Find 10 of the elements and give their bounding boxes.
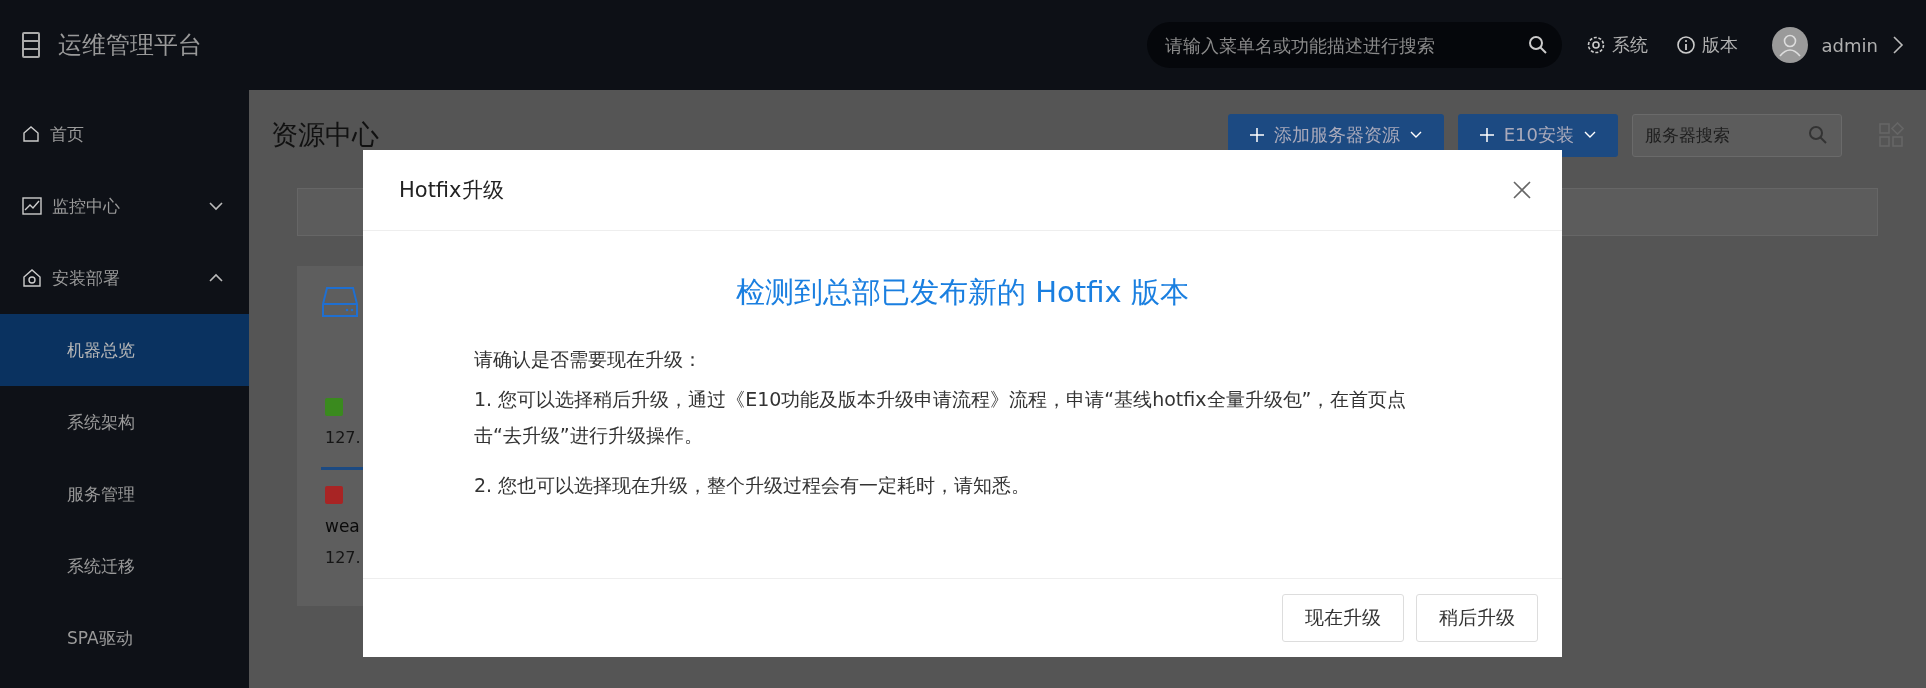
server-ip: 127. bbox=[325, 428, 361, 447]
dialog-heading: 检测到总部已发布新的 Hotfix 版本 bbox=[735, 274, 1190, 311]
dialog-text: 1. 您可以选择稍后升级，通过《E10功能及版本升级申请流程》流程，申请“基线hotfix全量升级包”，在首页点击“去升级”进行升级操作。 bbox=[474, 387, 1408, 448]
server-ip: 127. bbox=[325, 548, 361, 567]
app-title: 运维管理平台 bbox=[58, 30, 202, 61]
page-title: 资源中心 bbox=[271, 118, 379, 152]
dialog-text: 请确认是否需要现在升级： bbox=[474, 347, 703, 372]
dialog-text: 2. 您也可以选择现在升级，整个升级过程会有一定耗时，请知悉。 bbox=[474, 473, 1032, 498]
dialog-title: Hotfix升级 bbox=[399, 177, 504, 204]
server-name: wea bbox=[325, 516, 360, 536]
